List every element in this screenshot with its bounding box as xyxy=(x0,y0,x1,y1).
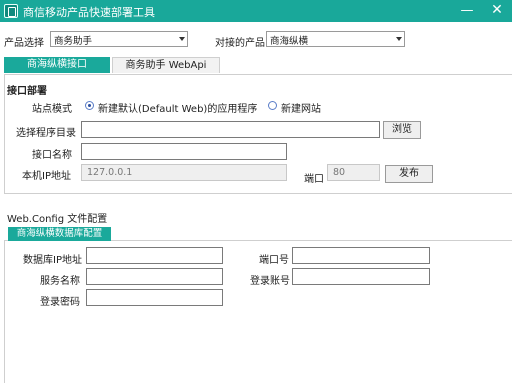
interface-name-input[interactable] xyxy=(81,143,287,160)
target-product-select[interactable]: 商海纵横 xyxy=(266,31,405,47)
service-name-label: 服务名称 xyxy=(40,276,80,287)
radio-new-site-label[interactable]: 新建网站 xyxy=(281,100,321,115)
dir-input[interactable] xyxy=(81,121,380,138)
product-select-value: 商务助手 xyxy=(54,36,93,47)
product-select-label: 产品选择 xyxy=(4,38,44,49)
site-mode-label: 站点模式 xyxy=(32,104,72,115)
window-title: 商信移动产品快速部署工具 xyxy=(23,6,155,19)
browse-button[interactable]: 浏览 xyxy=(383,121,421,139)
tab-db-config[interactable]: 商海纵横数据库配置 xyxy=(8,227,111,241)
login-account-input[interactable] xyxy=(292,268,430,285)
interface-name-label: 接口名称 xyxy=(32,150,72,161)
chevron-down-icon xyxy=(179,37,185,41)
local-ip-label: 本机IP地址 xyxy=(22,171,71,182)
local-ip-input: 127.0.0.1 xyxy=(81,164,287,181)
db-port-label: 端口号 xyxy=(259,255,289,266)
chevron-down-icon xyxy=(396,37,402,41)
login-account-label: 登录账号 xyxy=(250,276,290,287)
target-product-value: 商海纵横 xyxy=(270,36,309,47)
port-input: 80 xyxy=(327,164,380,181)
tab-business-webapi[interactable]: 商务助手 WebApi xyxy=(112,57,220,73)
port-label: 端口 xyxy=(304,174,324,185)
target-product-label: 对接的产品 xyxy=(215,38,265,49)
db-ip-input[interactable] xyxy=(86,247,223,264)
deploy-section-title: 接口部署 xyxy=(7,86,47,97)
db-ip-label: 数据库IP地址 xyxy=(23,255,82,266)
product-select[interactable]: 商务助手 xyxy=(50,31,188,47)
app-icon xyxy=(4,4,18,18)
login-password-input[interactable] xyxy=(86,289,223,306)
login-password-label: 登录密码 xyxy=(40,297,80,308)
title-bar: 商信移动产品快速部署工具 — ✕ xyxy=(0,0,512,22)
radio-new-site[interactable] xyxy=(268,101,277,110)
publish-button[interactable]: 发布 xyxy=(385,165,433,183)
service-name-input[interactable] xyxy=(86,268,223,285)
dir-label: 选择程序目录 xyxy=(16,128,76,139)
tab-shanghai-interface[interactable]: 商海纵横接口 xyxy=(4,57,110,73)
minimize-button[interactable]: — xyxy=(456,2,478,20)
close-button[interactable]: ✕ xyxy=(486,2,508,20)
radio-default-web[interactable] xyxy=(85,101,94,110)
webconfig-section-title: Web.Config 文件配置 xyxy=(7,214,108,225)
db-port-input[interactable] xyxy=(292,247,430,264)
radio-default-web-label[interactable]: 新建默认(Default Web)的应用程序 xyxy=(98,100,257,115)
